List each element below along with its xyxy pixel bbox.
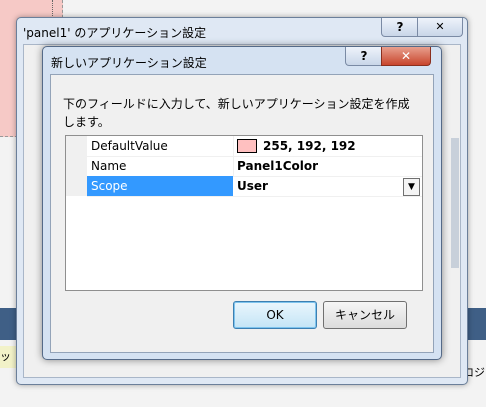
property-row-defaultvalue[interactable]: DefaultValue 255, 192, 192 bbox=[87, 136, 422, 157]
outer-dialog-title: 'panel1' のアプリケーション設定 bbox=[23, 26, 207, 40]
outer-help-button[interactable]: ? bbox=[381, 18, 419, 37]
property-label: DefaultValue bbox=[91, 139, 168, 153]
background-toolbar-left bbox=[0, 308, 17, 340]
inner-dialog-title: 新しいアプリケーション設定 bbox=[51, 56, 207, 70]
color-swatch bbox=[237, 139, 257, 153]
property-grid: DefaultValue 255, 192, 192 Name Panel1Co… bbox=[65, 135, 423, 291]
scope-select-value[interactable]: User bbox=[237, 179, 268, 193]
property-row-scope[interactable]: Scope User ▼ bbox=[87, 176, 422, 197]
dropdown-arrow-icon[interactable]: ▼ bbox=[403, 178, 420, 196]
property-label: Scope bbox=[91, 179, 128, 193]
inner-dialog-client: 下のフィールドに入力して、新しいアプリケーション設定を作成します。 Defaul… bbox=[50, 74, 434, 353]
inner-help-button[interactable]: ? bbox=[345, 47, 383, 66]
cancel-button[interactable]: キャンセル bbox=[323, 301, 407, 329]
instruction-text: 下のフィールドに入力して、新しいアプリケーション設定を作成します。 bbox=[63, 97, 410, 129]
background-label-left: ッテ bbox=[0, 346, 17, 368]
property-value[interactable]: 255, 192, 192 bbox=[263, 139, 356, 153]
new-setting-dialog: 新しいアプリケーション設定 ? ✕ 下のフィールドに入力して、新しいアプリケーシ… bbox=[42, 46, 442, 360]
column-separator bbox=[233, 136, 234, 156]
ok-button[interactable]: OK bbox=[233, 301, 317, 329]
property-grid-gutter bbox=[66, 136, 87, 196]
property-label: Name bbox=[91, 159, 127, 173]
property-row-name[interactable]: Name Panel1Color bbox=[87, 156, 422, 177]
inner-close-button[interactable]: ✕ bbox=[381, 47, 431, 66]
outer-close-button[interactable]: ✕ bbox=[417, 18, 463, 37]
outer-scrollbar[interactable] bbox=[451, 138, 459, 268]
column-separator bbox=[233, 156, 234, 176]
property-value[interactable]: Panel1Color bbox=[237, 159, 318, 173]
